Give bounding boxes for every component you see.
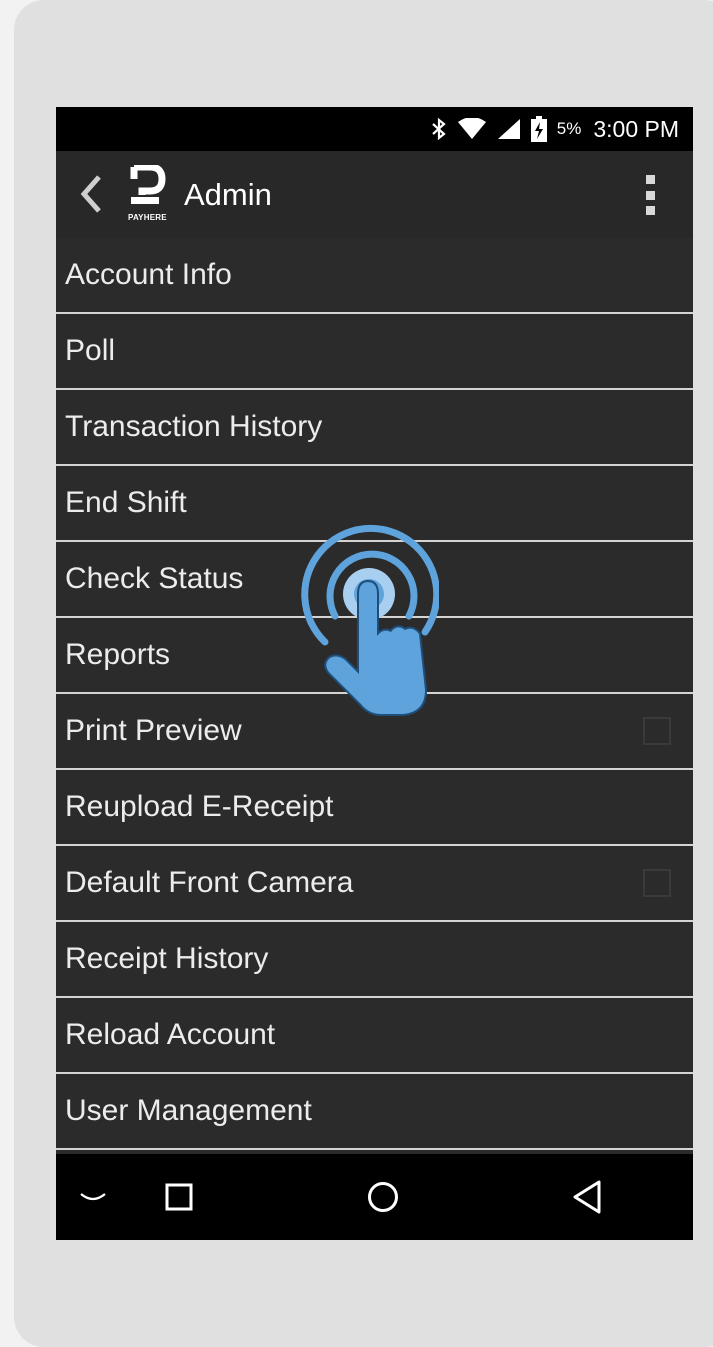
menu-item-reload-account[interactable]: Reload Account xyxy=(56,998,693,1074)
tap-gesture-icon xyxy=(301,525,441,716)
app-logo: PAYHERE xyxy=(128,163,172,225)
back-button[interactable] xyxy=(76,171,106,217)
home-icon xyxy=(368,1182,398,1212)
menu-item-label: Print Preview xyxy=(65,714,242,747)
page-title: Admin xyxy=(184,177,272,212)
back-triangle-icon xyxy=(573,1180,601,1214)
menu-item-label: Account Info xyxy=(65,258,232,291)
menu-item-poll[interactable]: Poll xyxy=(56,314,693,390)
menu-item-label: Transaction History xyxy=(65,410,323,443)
status-icons: 5% 3:00 PM xyxy=(421,107,679,151)
menu-item-label: Reload Account xyxy=(65,1018,276,1051)
menu-item-default-front-camera[interactable]: Default Front Camera xyxy=(56,846,693,922)
chevron-left-icon xyxy=(80,175,101,213)
status-time: 3:00 PM xyxy=(593,115,679,142)
home-button[interactable] xyxy=(366,1154,400,1240)
menu-item-label: Reports xyxy=(65,638,171,671)
back-nav-button[interactable] xyxy=(570,1154,604,1240)
menu-item-label: Receipt History xyxy=(65,942,269,975)
menu-item-label: Default Front Camera xyxy=(65,866,354,899)
status-bar: 5% 3:00 PM xyxy=(56,107,693,151)
more-vertical-icon xyxy=(645,175,655,184)
menu-item-label: Check Status xyxy=(65,562,244,595)
keyboard-hide-button[interactable] xyxy=(78,1154,108,1240)
battery-percent: 5% xyxy=(556,119,582,138)
menu-item-label: End Shift xyxy=(65,486,187,519)
payhere-logo-icon xyxy=(130,163,166,204)
recents-button[interactable] xyxy=(164,1154,194,1240)
battery-charging-icon xyxy=(530,116,547,142)
signal-icon xyxy=(497,118,521,140)
menu-item-receipt-history[interactable]: Receipt History xyxy=(56,922,693,998)
wifi-icon xyxy=(457,118,487,140)
menu-item-account-info[interactable]: Account Info xyxy=(56,238,693,314)
keyboard-hide-icon xyxy=(80,1193,106,1201)
menu-item-label: User Management xyxy=(65,1094,312,1127)
menu-item-user-management[interactable]: User Management xyxy=(56,1074,693,1150)
menu-item-reupload-e-receipt[interactable]: Reupload E-Receipt xyxy=(56,770,693,846)
bluetooth-icon xyxy=(431,117,447,141)
recents-icon xyxy=(165,1183,193,1211)
action-bar: PAYHERE Admin xyxy=(56,151,693,238)
overflow-menu-button[interactable] xyxy=(643,175,657,215)
menu-item-label: Poll xyxy=(65,334,116,367)
menu-item-label: Reupload E-Receipt xyxy=(65,790,334,823)
default-front-camera-checkbox[interactable] xyxy=(643,869,671,897)
tap-gesture-indicator xyxy=(297,524,441,719)
navigation-bar xyxy=(56,1154,693,1240)
menu-item-transaction-history[interactable]: Transaction History xyxy=(56,390,693,466)
print-preview-checkbox[interactable] xyxy=(643,717,671,745)
logo-text: PAYHERE xyxy=(128,213,167,222)
